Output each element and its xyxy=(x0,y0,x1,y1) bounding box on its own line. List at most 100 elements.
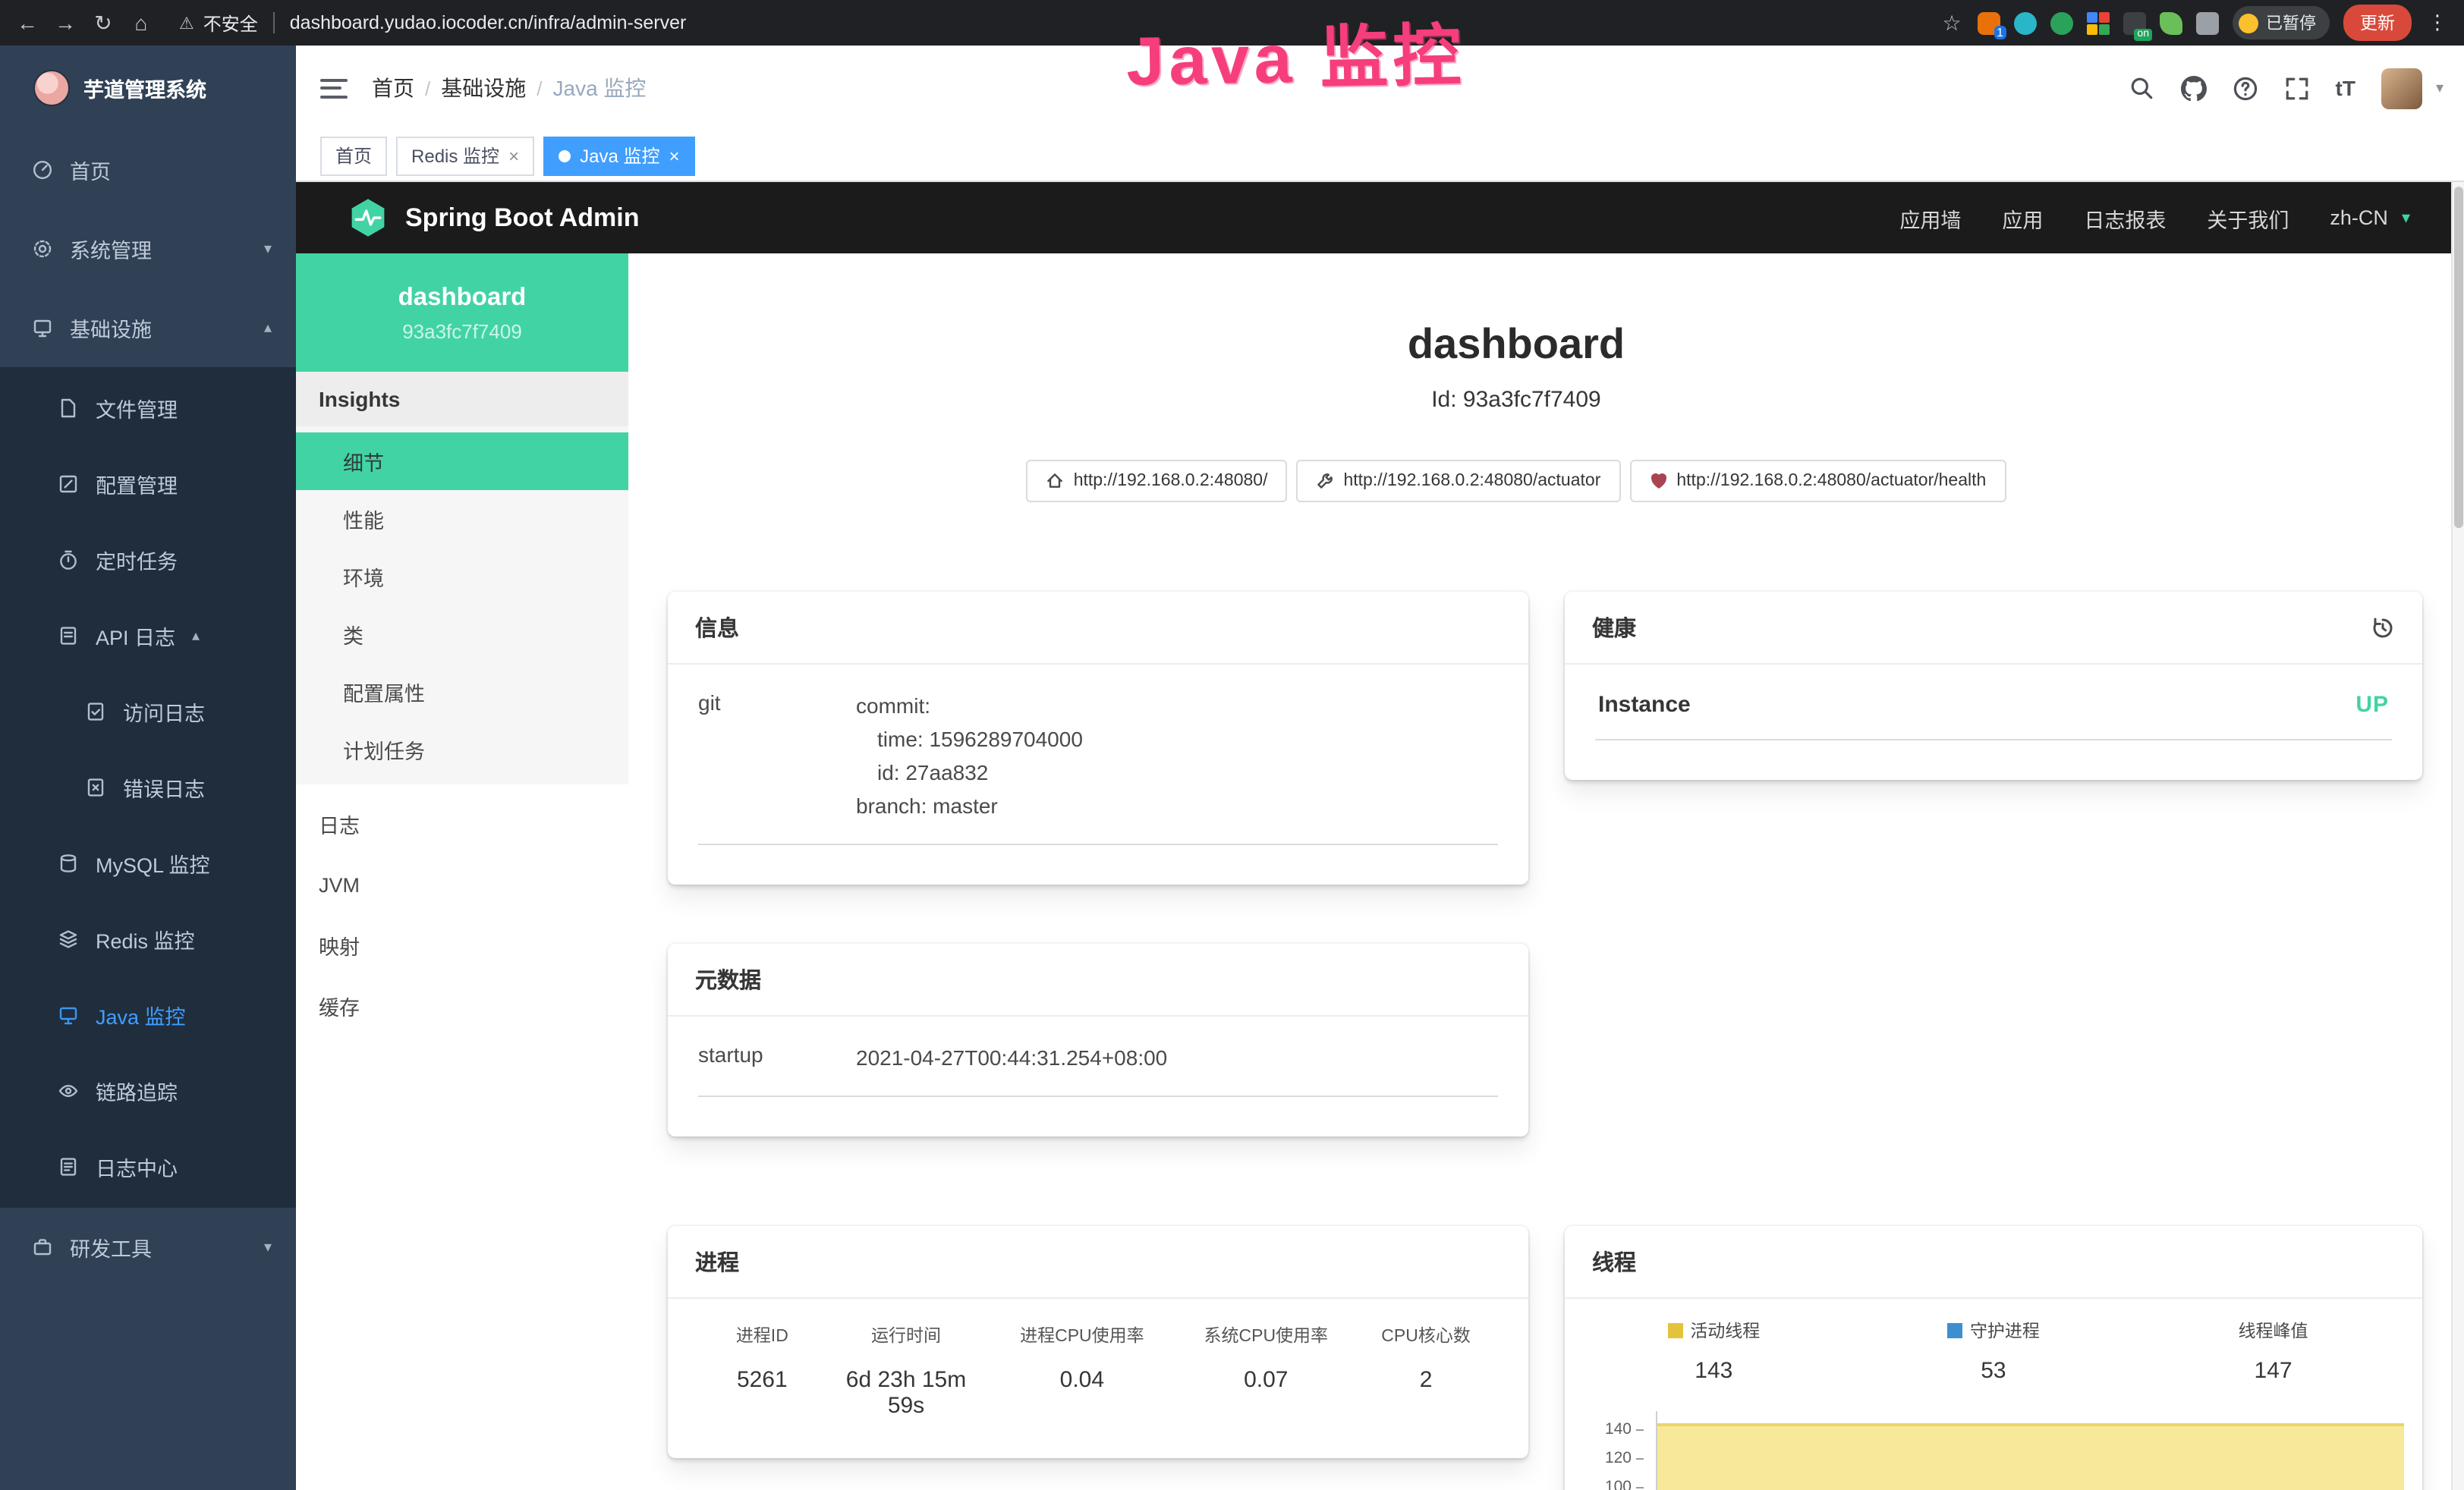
sidebar-item-access-log[interactable]: 访问日志 xyxy=(0,674,296,750)
user-avatar[interactable] xyxy=(2381,68,2422,108)
search-icon[interactable] xyxy=(2129,75,2155,101)
sidebar-item-tracing[interactable]: 链路追踪 xyxy=(0,1053,296,1129)
sidebar-item-java-monitor[interactable]: Java 监控 xyxy=(0,977,296,1053)
sidebar-toggle-icon[interactable] xyxy=(320,78,348,98)
sidebar-item-redis-monitor[interactable]: Redis 监控 xyxy=(0,901,296,977)
breadcrumb-infrastructure[interactable]: 基础设施 xyxy=(441,73,526,103)
health-status-badge: UP xyxy=(2355,692,2389,718)
back-icon[interactable]: ← xyxy=(15,11,39,35)
sba-nav-locale[interactable]: zh-CN xyxy=(2330,206,2388,229)
instance-id-subtitle: Id: 93a3fc7f7409 xyxy=(628,387,2404,413)
sba-item-environment[interactable]: 环境 xyxy=(296,548,628,605)
browser-update-button[interactable]: 更新 xyxy=(2343,5,2412,41)
info-value: commit: time: 1596289704000 id: 27aa832 … xyxy=(856,689,1498,822)
info-card-body: git commit: time: 1596289704000 id: 27aa… xyxy=(668,665,1528,885)
sidebar-item-devtools[interactable]: 研发工具 ▾ xyxy=(0,1208,296,1287)
sidebar-item-home[interactable]: 首页 xyxy=(0,130,296,209)
process-card: 进程 进程ID 运行时间 进程CPU使用率 系统CPU使用率 CPU核心数 52… xyxy=(668,1226,1528,1458)
bookmark-star-icon[interactable]: ☆ xyxy=(1940,10,1964,36)
close-icon[interactable]: × xyxy=(669,145,679,166)
extension-icon[interactable]: on xyxy=(2123,11,2146,34)
extension-icon[interactable] xyxy=(2160,11,2182,34)
tab-redis-monitor[interactable]: Redis 监控 × xyxy=(396,136,534,175)
service-url: http://192.168.0.2:48080/ xyxy=(1074,472,1268,490)
help-icon[interactable] xyxy=(2233,75,2258,101)
wrench-icon xyxy=(1316,472,1334,490)
sba-nav-journal[interactable]: 日志报表 xyxy=(2084,203,2166,233)
actuator-url-button[interactable]: http://192.168.0.2:48080/actuator xyxy=(1296,460,1620,502)
chevron-down-icon: ▾ xyxy=(264,240,272,257)
metadata-card-body: startup 2021-04-27T00:44:31.254+08:00 xyxy=(668,1017,1528,1136)
avatar-caret-icon[interactable]: ▾ xyxy=(2436,80,2444,96)
address-bar[interactable]: ⚠ 不安全 dashboard.yudao.iocoder.cn/infra/a… xyxy=(167,10,1926,36)
sba-item-mappings[interactable]: 映射 xyxy=(296,915,628,976)
profile-avatar-icon xyxy=(2239,13,2258,33)
health-card: 健康 Instance UP xyxy=(1565,592,2422,780)
sidebar-item-file-management[interactable]: 文件管理 xyxy=(0,370,296,446)
sba-brand[interactable]: Spring Boot Admin xyxy=(296,197,640,238)
service-url-button[interactable]: http://192.168.0.2:48080/ xyxy=(1027,460,1288,502)
sidebar-item-scheduled-jobs[interactable]: 定时任务 xyxy=(0,522,296,598)
legend-peak-threads: 线程峰值 147 xyxy=(2133,1319,2413,1384)
sba-instance-header[interactable]: dashboard 93a3fc7f7409 xyxy=(296,253,628,372)
sba-item-metrics[interactable]: 性能 xyxy=(296,490,628,548)
sba-nav-wallboard[interactable]: 应用墙 xyxy=(1899,203,1961,233)
metadata-key: startup xyxy=(698,1041,856,1074)
scrollbar[interactable] xyxy=(2451,182,2464,1490)
sba-item-logs[interactable]: 日志 xyxy=(296,794,628,854)
metadata-card: 元数据 startup 2021-04-27T00:44:31.254+08:0… xyxy=(668,944,1528,1136)
sidebar-item-infrastructure[interactable]: 基础设施 ▴ xyxy=(0,288,296,367)
chevron-down-icon[interactable]: ▾ xyxy=(2402,208,2410,228)
sba-item-scheduled-tasks[interactable]: 计划任务 xyxy=(296,721,628,778)
health-url-button[interactable]: http://192.168.0.2:48080/actuator/health xyxy=(1629,460,2006,502)
profile-chip[interactable]: 已暂停 xyxy=(2233,6,2330,39)
timer-icon xyxy=(58,549,79,571)
access-log-icon xyxy=(85,701,106,722)
forward-icon[interactable]: → xyxy=(53,11,77,35)
extension-grid-icon[interactable] xyxy=(2087,11,2110,34)
github-icon[interactable] xyxy=(2181,75,2207,101)
close-icon[interactable]: × xyxy=(508,145,519,166)
extension-icon[interactable] xyxy=(2014,11,2037,34)
sidebar-item-error-log[interactable]: 错误日志 xyxy=(0,750,296,825)
sba-item-classes[interactable]: 类 xyxy=(296,605,628,663)
breadcrumb-home[interactable]: 首页 xyxy=(372,73,414,103)
sidebar-item-log-center[interactable]: 日志中心 xyxy=(0,1129,296,1205)
heart-icon xyxy=(1649,472,1667,490)
sidebar-item-api-log[interactable]: API 日志 ▴ xyxy=(0,598,296,674)
sidebar-item-mysql-monitor[interactable]: MySQL 监控 xyxy=(0,825,296,901)
fullscreen-icon[interactable] xyxy=(2284,75,2310,101)
extension-icon[interactable]: 1 xyxy=(1978,11,2000,34)
dashboard-icon xyxy=(32,159,53,181)
sidebar-item-system[interactable]: 系统管理 ▾ xyxy=(0,209,296,288)
process-col-header: CPU核心数 xyxy=(1354,1323,1498,1347)
sba-nav-applications[interactable]: 应用 xyxy=(2002,203,2043,233)
sba-item-jvm[interactable]: JVM xyxy=(296,854,628,915)
sba-item-caches[interactable]: 缓存 xyxy=(296,976,628,1036)
app-title: 芋道管理系统 xyxy=(83,73,206,103)
sba-item-config-props[interactable]: 配置属性 xyxy=(296,663,628,721)
health-url: http://192.168.0.2:48080/actuator/health xyxy=(1676,472,1986,490)
tab-home[interactable]: 首页 xyxy=(320,136,387,175)
scrollbar-thumb[interactable] xyxy=(2454,187,2463,528)
sidebar-item-config-management[interactable]: 配置管理 xyxy=(0,446,296,522)
extensions-puzzle-icon[interactable] xyxy=(2196,11,2219,34)
threads-card-title: 线程 xyxy=(1592,1246,1636,1278)
history-icon[interactable] xyxy=(2371,615,2395,640)
chevron-up-icon: ▴ xyxy=(192,627,200,644)
sba-item-details[interactable]: 细节 xyxy=(296,432,628,490)
sba-nav-about[interactable]: 关于我们 xyxy=(2207,203,2289,233)
system-cpu: 0.07 xyxy=(1178,1367,1354,1419)
font-size-icon[interactable]: tT xyxy=(2336,76,2355,100)
reload-icon[interactable]: ↻ xyxy=(91,10,115,36)
extension-icon[interactable] xyxy=(2050,11,2073,34)
security-warning-icon: ⚠ xyxy=(179,13,194,33)
home-icon[interactable]: ⌂ xyxy=(129,11,153,35)
tab-java-monitor[interactable]: Java 监控 × xyxy=(543,136,694,175)
sba-sidebar: dashboard 93a3fc7f7409 Insights 细节 性能 环境… xyxy=(296,253,628,1490)
browser-menu-icon[interactable]: ⋮ xyxy=(2425,11,2450,35)
extension-badge: 1 xyxy=(1994,25,2006,39)
process-pid: 5261 xyxy=(698,1367,826,1419)
legend-label: 线程峰值 xyxy=(2239,1319,2308,1343)
process-table-values: 5261 6d 23h 15m 59s 0.04 0.07 2 xyxy=(698,1367,1498,1419)
